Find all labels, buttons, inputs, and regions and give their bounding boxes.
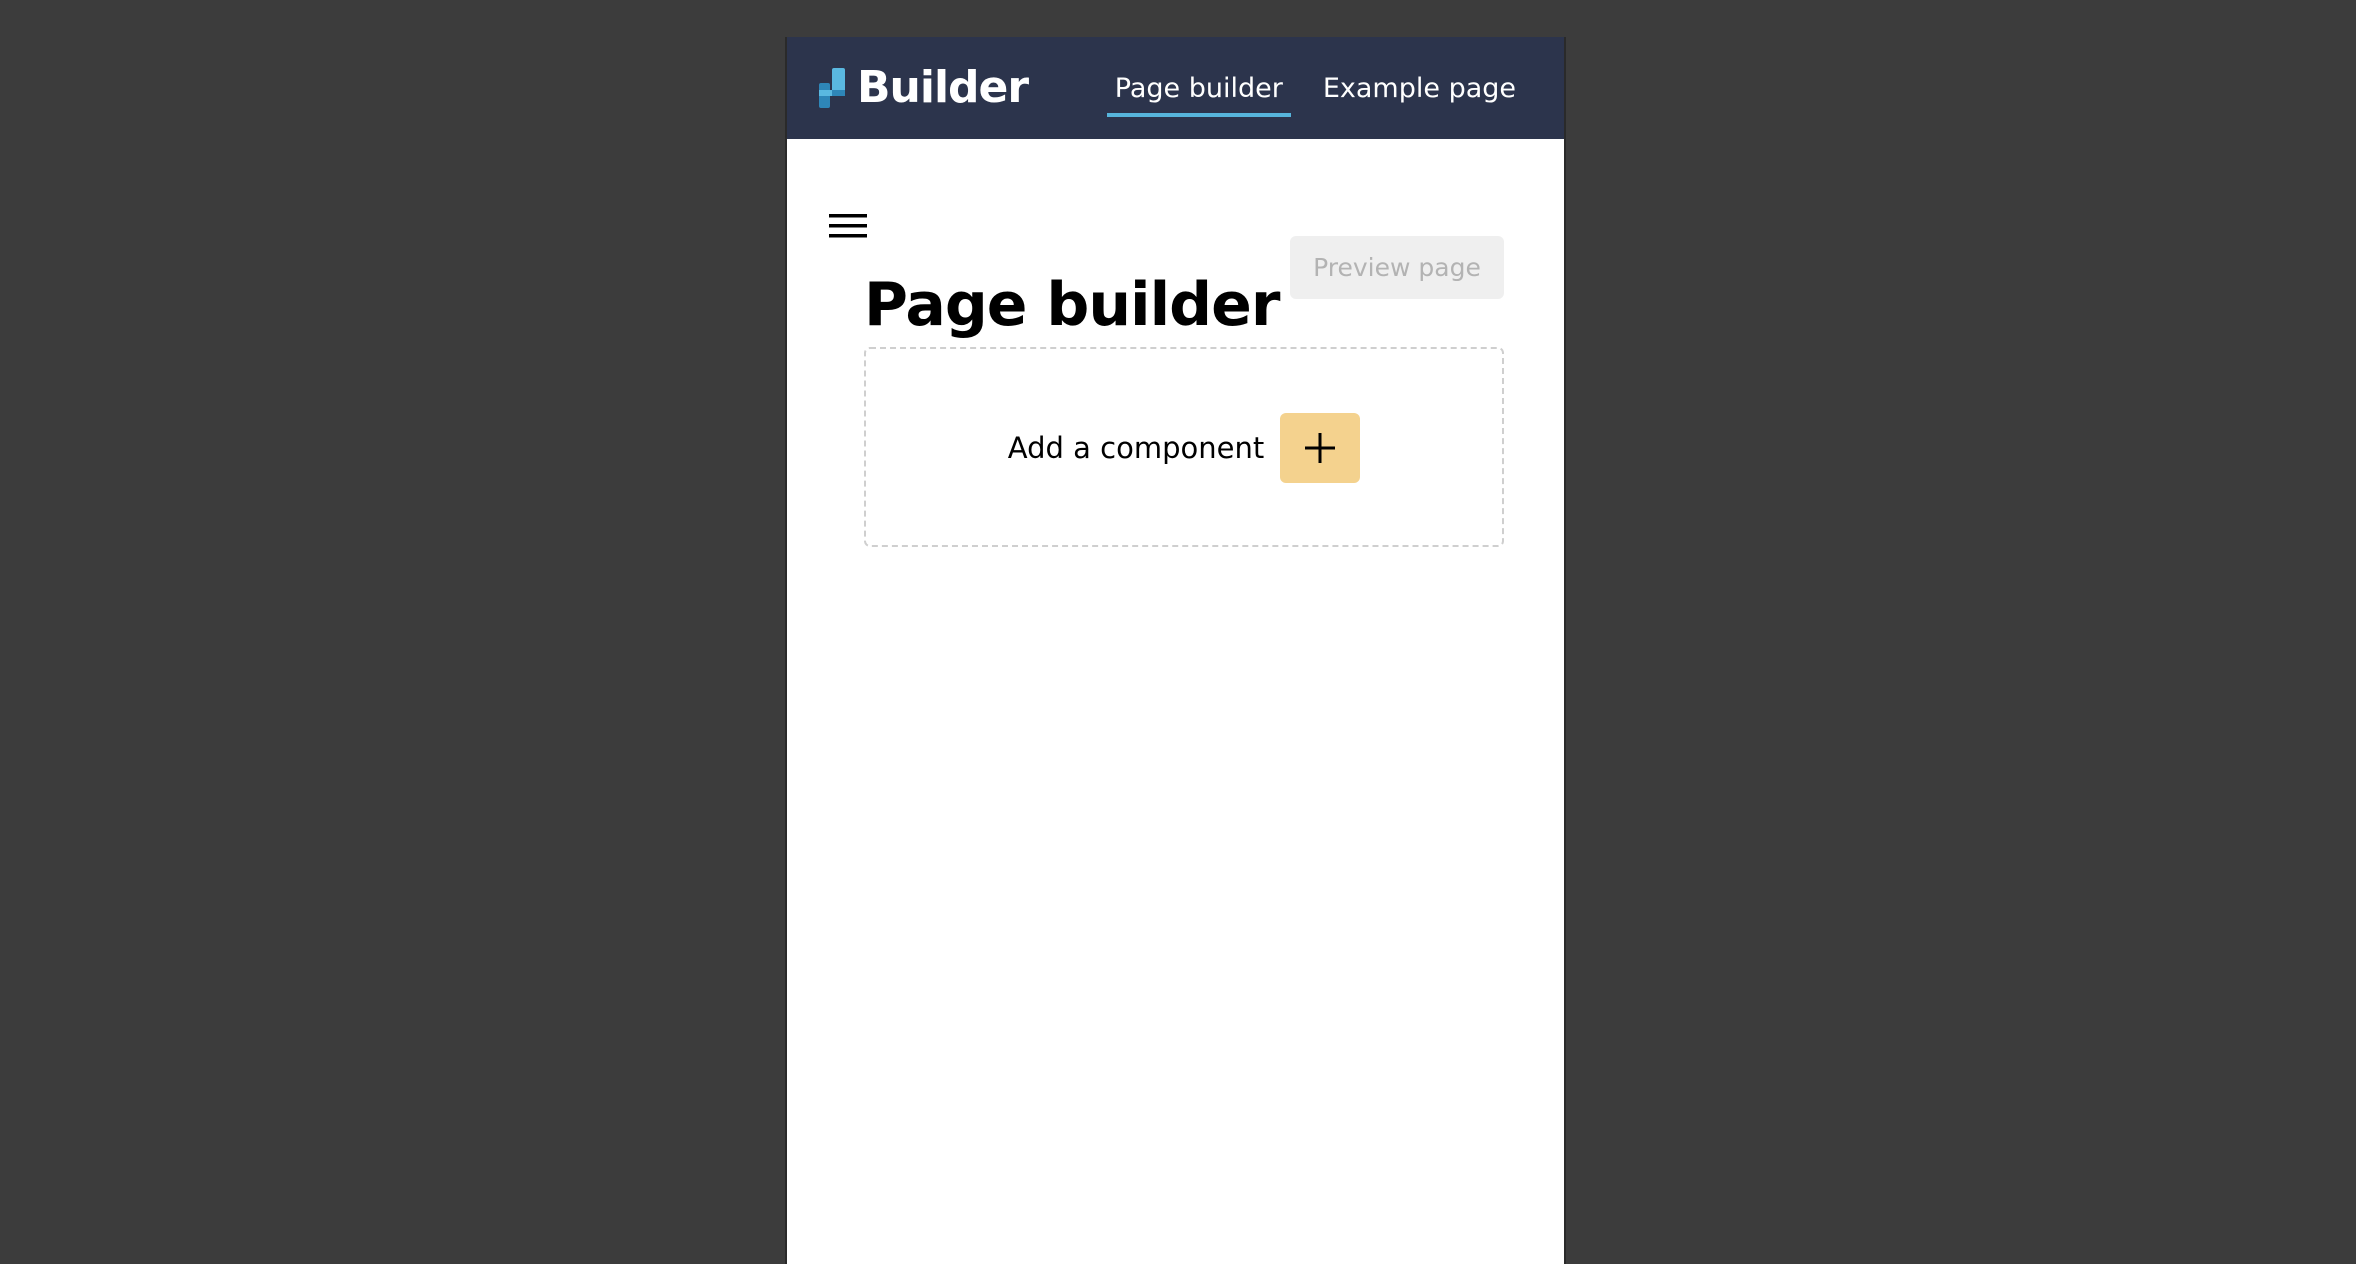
- plus-icon: [1305, 433, 1336, 463]
- add-component-row: Add a component: [866, 413, 1502, 483]
- nav-link-page-builder[interactable]: Page builder: [1106, 67, 1291, 117]
- add-component-dropzone: Add a component: [864, 347, 1504, 547]
- preview-page-button[interactable]: Preview page: [1290, 236, 1504, 299]
- builder-logo-icon: [819, 68, 845, 108]
- add-component-label: Add a component: [1007, 431, 1265, 465]
- nav-link-example-page[interactable]: Example page: [1315, 67, 1524, 113]
- page-title: Page builder: [864, 270, 1280, 340]
- top-navigation-bar: Builder Page builder Example page: [787, 37, 1564, 139]
- brand-name: Builder: [857, 62, 1029, 113]
- hamburger-menu-icon[interactable]: [829, 212, 867, 240]
- add-component-button[interactable]: [1280, 413, 1361, 483]
- app-viewport: Builder Page builder Example page Page b…: [785, 37, 1566, 1264]
- nav-links: Page builder Example page: [1106, 67, 1524, 117]
- brand[interactable]: Builder: [819, 62, 1029, 113]
